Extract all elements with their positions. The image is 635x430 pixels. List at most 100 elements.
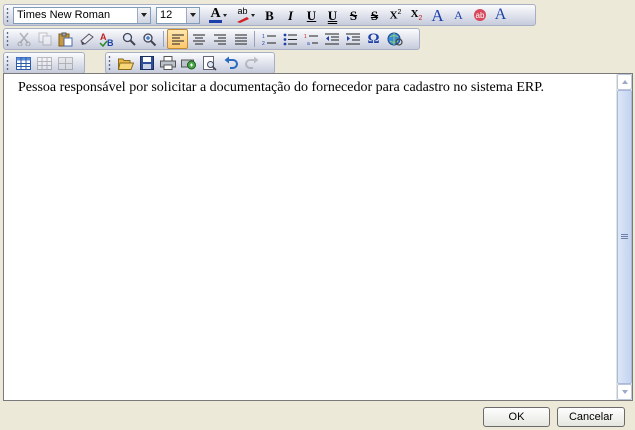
format-painter-icon bbox=[79, 33, 94, 45]
align-center-button[interactable] bbox=[188, 29, 209, 49]
underline-icon: U bbox=[306, 7, 317, 23]
align-right-button[interactable] bbox=[209, 29, 230, 49]
find-icon bbox=[122, 32, 136, 46]
grow-font-icon: A bbox=[431, 5, 444, 25]
paste-icon bbox=[58, 32, 73, 46]
highlight-color-button[interactable]: ab bbox=[231, 5, 259, 25]
decrease-indent-button[interactable] bbox=[321, 29, 342, 49]
open-button[interactable] bbox=[115, 53, 136, 73]
bold-icon: B bbox=[265, 7, 274, 23]
font-color-button[interactable]: A bbox=[205, 5, 231, 25]
table-cells-button[interactable] bbox=[55, 53, 76, 73]
numbered-list-button[interactable]: 12 bbox=[258, 29, 279, 49]
bold-button[interactable]: B bbox=[259, 5, 280, 25]
toolbar-grip[interactable] bbox=[108, 55, 112, 71]
formatting-toolbar: Times New Roman 12 A ab B I U U S S X2 X… bbox=[3, 4, 536, 26]
increase-indent-icon bbox=[345, 33, 360, 45]
subscript-button[interactable]: X2 bbox=[406, 5, 427, 25]
print-button[interactable] bbox=[157, 53, 178, 73]
superscript-button[interactable]: X2 bbox=[385, 5, 406, 25]
numbered-list-icon: 12 bbox=[262, 34, 276, 46]
justify-button[interactable] bbox=[230, 29, 251, 49]
italic-icon: I bbox=[287, 7, 294, 23]
paste-button[interactable] bbox=[55, 29, 76, 49]
double-strikethrough-icon: S bbox=[370, 7, 379, 23]
chevron-down-icon[interactable] bbox=[186, 7, 199, 23]
insert-link-button[interactable] bbox=[384, 29, 405, 49]
spell-check-icon: AB bbox=[98, 32, 114, 47]
format-painter-button[interactable] bbox=[76, 29, 97, 49]
undo-button[interactable] bbox=[220, 53, 241, 73]
find-replace-icon bbox=[143, 32, 157, 46]
double-underline-icon: U bbox=[327, 7, 338, 23]
align-left-button[interactable] bbox=[167, 29, 188, 49]
paragraph-toolbar: AB 12 1a Ω bbox=[3, 28, 420, 50]
copy-icon bbox=[38, 32, 51, 46]
spell-check-button[interactable]: AB bbox=[97, 29, 118, 49]
subscript-icon: X2 bbox=[410, 7, 423, 23]
svg-text:A: A bbox=[100, 32, 107, 42]
multilevel-list-icon: 1a bbox=[304, 34, 318, 46]
clear-formatting-button[interactable]: ab bbox=[469, 5, 490, 25]
table-properties-button[interactable] bbox=[34, 53, 55, 73]
font-name-select[interactable]: Times New Roman bbox=[13, 6, 151, 24]
chevron-down-icon[interactable] bbox=[137, 7, 150, 23]
grow-font-button[interactable]: A bbox=[427, 5, 448, 25]
bullet-list-button[interactable] bbox=[279, 29, 300, 49]
scroll-down-button[interactable] bbox=[617, 384, 632, 400]
editor-area[interactable]: Pessoa responsável por solicitar a docum… bbox=[3, 73, 633, 401]
multilevel-list-button[interactable]: 1a bbox=[300, 29, 321, 49]
font-format-button[interactable]: A bbox=[490, 5, 511, 25]
preview-button[interactable] bbox=[199, 53, 220, 73]
align-center-icon bbox=[192, 34, 205, 44]
justify-icon bbox=[234, 34, 247, 44]
shrink-font-button[interactable]: A bbox=[448, 5, 469, 25]
toolbar-grip[interactable] bbox=[6, 55, 10, 71]
undo-icon bbox=[224, 56, 238, 69]
double-underline-button[interactable]: U bbox=[322, 5, 343, 25]
insert-table-button[interactable] bbox=[13, 53, 34, 73]
print-preview-button[interactable] bbox=[178, 53, 199, 73]
svg-text:B: B bbox=[107, 38, 114, 47]
font-name-value: Times New Roman bbox=[17, 9, 111, 21]
double-strikethrough-button[interactable]: S bbox=[364, 5, 385, 25]
increase-indent-button[interactable] bbox=[342, 29, 363, 49]
bullet-list-icon bbox=[283, 33, 297, 45]
font-size-select[interactable]: 12 bbox=[156, 6, 200, 24]
cancel-button[interactable]: Cancelar bbox=[557, 407, 625, 427]
toolbar-grip[interactable] bbox=[6, 31, 10, 47]
find-button[interactable] bbox=[118, 29, 139, 49]
grip-icon bbox=[621, 234, 628, 240]
redo-icon bbox=[244, 56, 258, 69]
superscript-icon: X2 bbox=[389, 8, 402, 22]
insert-symbol-button[interactable]: Ω bbox=[363, 29, 384, 49]
italic-button[interactable]: I bbox=[280, 5, 301, 25]
decrease-indent-icon bbox=[324, 33, 339, 45]
copy-button[interactable] bbox=[34, 29, 55, 49]
toolbar-grip[interactable] bbox=[6, 7, 10, 23]
toolbar-separator bbox=[163, 31, 164, 47]
vertical-scrollbar[interactable] bbox=[616, 74, 632, 400]
table-cells-icon bbox=[58, 56, 73, 70]
arrow-down-icon bbox=[621, 390, 628, 394]
editor-content[interactable]: Pessoa responsável por solicitar a docum… bbox=[18, 80, 608, 96]
ok-button[interactable]: OK bbox=[483, 407, 550, 427]
clear-formatting-icon: ab bbox=[473, 9, 486, 21]
insert-symbol-icon: Ω bbox=[367, 30, 380, 47]
insert-table-icon bbox=[16, 56, 31, 70]
underline-button[interactable]: U bbox=[301, 5, 322, 25]
scroll-up-button[interactable] bbox=[617, 74, 632, 90]
strikethrough-button[interactable]: S bbox=[343, 5, 364, 25]
shrink-font-icon: A bbox=[454, 8, 463, 22]
save-button[interactable] bbox=[136, 53, 157, 73]
scroll-thumb[interactable] bbox=[617, 90, 632, 384]
svg-text:2: 2 bbox=[262, 41, 265, 46]
redo-button[interactable] bbox=[241, 53, 262, 73]
font-color-icon: A bbox=[209, 6, 222, 23]
insert-link-icon bbox=[387, 32, 403, 46]
find-replace-button[interactable] bbox=[139, 29, 160, 49]
cut-button[interactable] bbox=[13, 29, 34, 49]
svg-text:1: 1 bbox=[304, 34, 307, 40]
align-left-icon bbox=[171, 34, 184, 44]
font-size-value: 12 bbox=[160, 9, 173, 21]
